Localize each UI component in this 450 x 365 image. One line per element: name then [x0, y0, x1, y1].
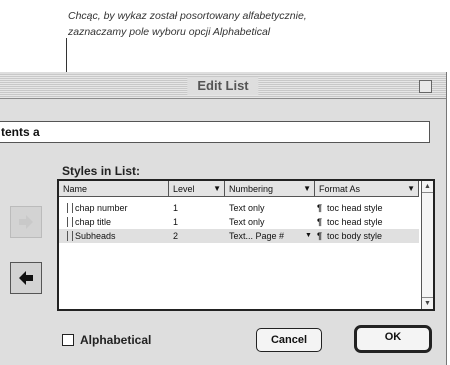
column-header-level-label: Level [173, 184, 195, 194]
table-row[interactable]: chap number 1 Text only ¶ toc head style [59, 201, 419, 215]
row-format-as[interactable]: toc head style [327, 201, 419, 215]
column-header-format-as[interactable]: Format As ▼ [315, 181, 419, 197]
drag-handle-icon[interactable] [67, 231, 73, 241]
left-arrow-icon [19, 271, 33, 285]
pilcrow-icon: ¶ [317, 231, 323, 241]
ok-button[interactable]: OK [354, 325, 432, 353]
row-numbering[interactable]: Text only [229, 215, 313, 229]
row-name: chap title [75, 217, 112, 227]
dialog-title: Edit List [187, 77, 259, 95]
title-bar[interactable]: Edit List [0, 74, 446, 99]
scroll-up-arrow-icon[interactable]: ▲ [422, 181, 433, 193]
caption-line-2: zaznaczamy pole wyboru opcji Alphabetica… [68, 26, 271, 38]
table-row[interactable]: chap title 1 Text only ¶ toc head style [59, 215, 419, 229]
list-name-field[interactable] [0, 121, 431, 143]
chevron-down-icon[interactable]: ▼ [305, 229, 313, 243]
chevron-down-icon: ▼ [407, 184, 415, 193]
alphabetical-option[interactable]: Alphabetical [62, 332, 151, 348]
vertical-scrollbar[interactable]: ▲ ▼ [421, 181, 433, 309]
pilcrow-icon: ¶ [317, 203, 323, 213]
row-level[interactable]: 1 [173, 201, 223, 215]
pilcrow-icon: ¶ [317, 217, 323, 227]
row-numbering[interactable]: Text... Page # [229, 229, 305, 243]
add-style-button[interactable] [10, 206, 42, 238]
column-header-numbering-label: Numbering [229, 184, 274, 194]
row-numbering[interactable]: Text only [229, 201, 313, 215]
table-row[interactable]: Subheads 2 Text... Page # ▼ ¶ toc body s… [59, 229, 419, 243]
column-header-name-label: Name [63, 184, 88, 194]
column-header-format-as-label: Format As [319, 184, 361, 194]
row-name: chap number [75, 203, 128, 213]
chevron-down-icon: ▼ [303, 184, 311, 193]
row-format-as[interactable]: toc body style [327, 229, 419, 243]
close-box[interactable] [419, 80, 432, 93]
styles-listbox[interactable]: Name Level ▼ Numbering ▼ Format As ▼ chap n… [57, 179, 435, 311]
column-header-level[interactable]: Level ▼ [169, 181, 225, 197]
remove-style-button[interactable] [10, 262, 42, 294]
drag-handle-icon[interactable] [67, 203, 73, 213]
chevron-down-icon: ▼ [213, 184, 221, 193]
alphabetical-label[interactable]: Alphabetical [80, 333, 151, 347]
column-header-numbering[interactable]: Numbering ▼ [225, 181, 315, 197]
row-level[interactable]: 2 [173, 229, 223, 243]
caption: Chcąc, by wykaz został posortowany alfab… [68, 8, 444, 40]
row-name: Subheads [75, 231, 116, 241]
column-header-name[interactable]: Name [59, 181, 169, 197]
caption-line-1: Chcąc, by wykaz został posortowany alfab… [68, 10, 307, 22]
alphabetical-checkbox[interactable] [62, 334, 74, 346]
cancel-button[interactable]: Cancel [256, 328, 322, 352]
edit-list-dialog: Edit List Styles in List: Name Level ▼ Nu… [0, 72, 447, 365]
right-arrow-icon [19, 215, 33, 229]
row-level[interactable]: 1 [173, 215, 223, 229]
row-format-as[interactable]: toc head style [327, 215, 419, 229]
list-name-input[interactable] [0, 122, 431, 142]
drag-handle-icon[interactable] [67, 217, 73, 227]
scroll-down-arrow-icon[interactable]: ▼ [422, 297, 433, 309]
styles-in-list-label: Styles in List: [62, 164, 141, 178]
